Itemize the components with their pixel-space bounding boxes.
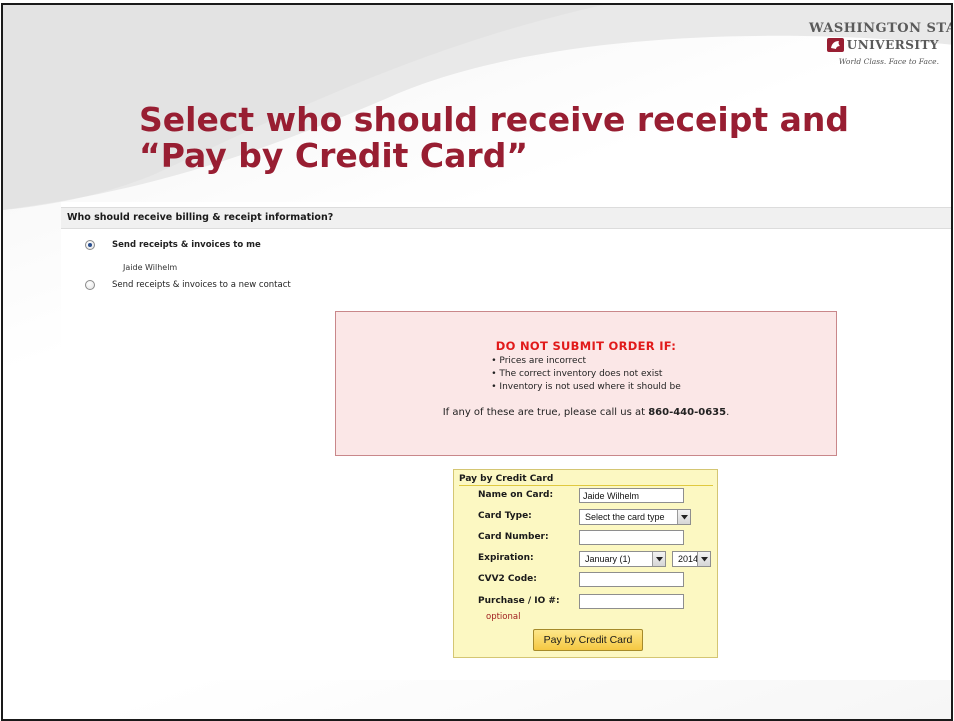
- name-on-card-label: Name on Card:: [478, 490, 554, 500]
- radio-send-to-me[interactable]: [85, 240, 95, 250]
- expiration-month-value: January (1): [585, 554, 631, 564]
- expiration-label: Expiration:: [478, 553, 534, 563]
- chevron-down-icon[interactable]: [652, 552, 665, 566]
- purchase-io-input[interactable]: [579, 594, 684, 609]
- radio-new-contact[interactable]: [85, 280, 95, 290]
- cvv2-label: CVV2 Code:: [478, 574, 537, 584]
- pay-by-credit-card-button[interactable]: Pay by Credit Card: [533, 629, 643, 651]
- logo-tagline: World Class. Face to Face.: [838, 57, 939, 66]
- option-new-contact[interactable]: Send receipts & invoices to a new contac…: [85, 280, 291, 290]
- card-type-select[interactable]: Select the card type: [579, 509, 691, 525]
- card-number-input[interactable]: [579, 530, 684, 545]
- logo-line1: WASHINGTON STATE: [809, 21, 951, 36]
- card-type-value: Select the card type: [585, 512, 665, 522]
- purchase-io-optional-note: optional: [486, 612, 521, 622]
- call-prefix: If any of these are true, please call us…: [442, 407, 649, 418]
- logo-line2: UNIVERSITY: [846, 38, 939, 52]
- credit-card-panel: Pay by Credit Card Name on Card: Jaide W…: [453, 469, 718, 658]
- slide: WASHINGTON STATE UNIVERSITY World Class.…: [1, 3, 953, 721]
- contact-name: Jaide Wilhelm: [123, 263, 178, 272]
- warning-item: Prices are incorrect: [491, 355, 681, 368]
- warning-call-text: If any of these are true, please call us…: [336, 407, 836, 418]
- cvv2-input[interactable]: [579, 572, 684, 587]
- warning-list: Prices are incorrect The correct invento…: [491, 355, 681, 394]
- billing-section-header: Who should receive billing & receipt inf…: [61, 207, 951, 229]
- warning-box: DO NOT SUBMIT ORDER IF: Prices are incor…: [335, 311, 837, 456]
- option-send-to-me-label: Send receipts & invoices to me: [112, 240, 261, 250]
- warning-item: Inventory is not used where it should be: [491, 381, 680, 394]
- chevron-down-icon[interactable]: [697, 552, 710, 566]
- slide-title: Select who should receive receipt and “P…: [139, 100, 849, 175]
- wsu-logo: WASHINGTON STATE UNIVERSITY World Class.…: [809, 21, 951, 66]
- warning-item: The correct inventory does not exist: [491, 368, 681, 381]
- name-on-card-input[interactable]: Jaide Wilhelm: [579, 488, 684, 503]
- expiration-month-select[interactable]: January (1): [579, 551, 666, 567]
- option-send-to-me[interactable]: Send receipts & invoices to me: [85, 240, 261, 250]
- card-number-label: Card Number:: [478, 532, 549, 542]
- card-type-label: Card Type:: [478, 511, 532, 521]
- option-new-contact-label: Send receipts & invoices to a new contac…: [112, 280, 291, 290]
- cougar-crest-icon: [826, 38, 844, 52]
- chevron-down-icon[interactable]: [677, 510, 690, 524]
- call-suffix: .: [726, 407, 730, 418]
- expiration-year-value: 2014: [678, 554, 699, 564]
- purchase-io-label: Purchase / IO #:: [478, 596, 560, 606]
- phone-number: 860-440-0635: [648, 407, 727, 418]
- order-page-screenshot: Who should receive billing & receipt inf…: [61, 202, 951, 680]
- warning-title: DO NOT SUBMIT ORDER IF:: [495, 339, 677, 353]
- cc-panel-title: Pay by Credit Card: [459, 474, 713, 486]
- expiration-year-select[interactable]: 2014: [672, 551, 711, 567]
